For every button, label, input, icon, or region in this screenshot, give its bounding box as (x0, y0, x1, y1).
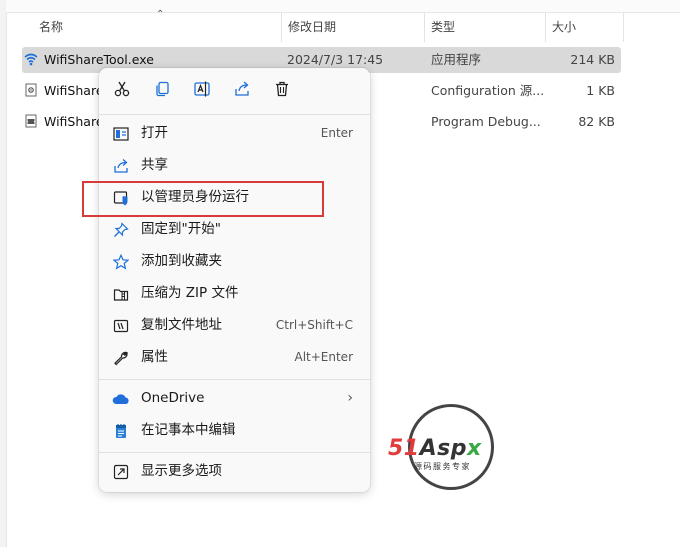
menu-item-label: 固定到"开始" (141, 221, 221, 237)
delete-button[interactable] (270, 78, 294, 102)
file-size: 214 KB (570, 52, 615, 67)
menu-item-open[interactable]: 打开 Enter (103, 118, 366, 148)
quick-actions-bar (99, 68, 370, 112)
share-icon (112, 157, 130, 175)
menu-item-label: 压缩为 ZIP 文件 (141, 285, 239, 301)
share-icon (233, 80, 251, 101)
column-header-name[interactable]: 名称 (33, 13, 283, 42)
cut-button[interactable] (110, 78, 134, 102)
menu-divider (99, 379, 370, 380)
toolbar-edge (6, 0, 680, 13)
menu-divider (99, 114, 370, 115)
rename-icon (193, 80, 211, 101)
menu-item-label: 共享 (141, 157, 168, 173)
watermark-logo: 51Aspx 源码服务专家 (388, 404, 513, 494)
menu-item-shortcut: Enter (320, 126, 353, 140)
column-header-type[interactable]: 类型 (425, 13, 545, 42)
file-size: 82 KB (578, 114, 615, 129)
menu-item-show-more-options[interactable]: 显示更多选项 (103, 456, 366, 486)
column-header-size[interactable]: 大小 (546, 13, 624, 42)
watermark-brand-51: 51 (388, 436, 420, 461)
column-separator[interactable] (623, 13, 624, 42)
wifi-app-icon (24, 49, 38, 66)
file-name-cell: WifiShare (24, 78, 104, 104)
menu-item-label: 在记事本中编辑 (141, 422, 236, 438)
column-header-modified[interactable]: 修改日期 (282, 13, 422, 42)
navigation-pane-edge (0, 0, 7, 547)
rename-button[interactable] (190, 78, 214, 102)
debug-file-icon (24, 111, 38, 128)
context-menu: 打开 Enter 共享 以管理员身份运行 固定到"开始" 添加到收藏夹 压缩为 … (99, 68, 370, 492)
share-button[interactable] (230, 78, 254, 102)
file-name: WifiShare (44, 83, 104, 98)
column-header-bar: ⌃ 名称 修改日期 类型 大小 (6, 9, 680, 42)
menu-item-label: 打开 (141, 125, 168, 141)
menu-item-onedrive[interactable]: OneDrive › (103, 383, 366, 413)
menu-item-edit-in-notepad[interactable]: 在记事本中编辑 (103, 415, 366, 445)
more-options-icon (112, 463, 130, 481)
notepad-icon (112, 422, 130, 440)
star-icon (112, 253, 130, 271)
menu-item-copy-path[interactable]: 复制文件地址 Ctrl+Shift+C (103, 310, 366, 340)
menu-item-shortcut: Ctrl+Shift+C (275, 318, 353, 332)
wrench-icon (112, 349, 130, 367)
menu-item-compress-zip[interactable]: 压缩为 ZIP 文件 (103, 278, 366, 308)
copy-icon (153, 80, 171, 101)
menu-item-share[interactable]: 共享 (103, 150, 366, 180)
menu-item-properties[interactable]: 属性 Alt+Enter (103, 342, 366, 372)
pin-icon (112, 221, 130, 239)
menu-item-label: 添加到收藏夹 (141, 253, 222, 269)
menu-divider (99, 452, 370, 453)
menu-item-label: 显示更多选项 (141, 463, 222, 479)
file-type: Configuration 源... (431, 83, 545, 98)
menu-item-label: 复制文件地址 (141, 317, 222, 333)
menu-item-label: OneDrive (141, 390, 205, 406)
copy-path-icon (112, 317, 130, 335)
cut-icon (113, 80, 131, 101)
file-name-cell: WifiShare (24, 109, 104, 135)
file-size: 1 KB (586, 83, 615, 98)
highlight-annotation-box (82, 181, 324, 217)
watermark-brand: 51Aspx (388, 436, 482, 461)
menu-item-pin-to-start[interactable]: 固定到"开始" (103, 214, 366, 244)
chevron-right-icon: › (347, 390, 353, 406)
copy-button[interactable] (150, 78, 174, 102)
menu-item-add-to-favorites[interactable]: 添加到收藏夹 (103, 246, 366, 276)
menu-item-shortcut: Alt+Enter (294, 350, 353, 364)
file-name: WifiShareTool.exe (44, 52, 154, 67)
watermark-subtitle: 源码服务专家 (414, 462, 471, 471)
watermark-brand-x: x (467, 436, 482, 461)
zip-icon (112, 285, 130, 303)
file-type: Program Debug... (431, 114, 541, 129)
file-type: 应用程序 (431, 52, 482, 67)
watermark-brand-asp: Asp (419, 436, 467, 461)
open-icon (112, 125, 130, 143)
delete-icon (273, 80, 291, 101)
onedrive-icon (112, 390, 130, 408)
menu-item-label: 属性 (141, 349, 168, 365)
config-file-icon (24, 80, 38, 97)
file-name: WifiShare (44, 114, 104, 129)
